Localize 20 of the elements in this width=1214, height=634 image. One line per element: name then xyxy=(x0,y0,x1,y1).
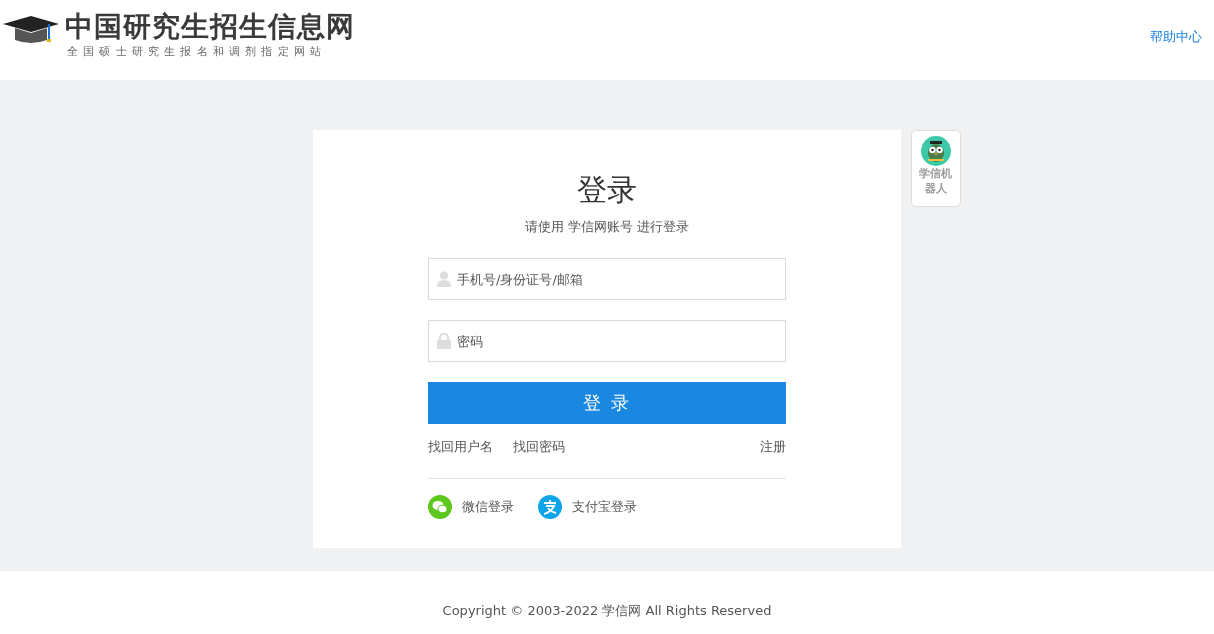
graduation-cap-icon xyxy=(3,14,59,44)
password-field[interactable]: 密码 xyxy=(428,320,786,362)
chat-bubbles-icon[interactable] xyxy=(428,495,452,519)
register-link[interactable]: 注册 xyxy=(760,438,786,456)
social-login-label[interactable]: 微信登录 xyxy=(462,498,514,516)
recovery-link[interactable]: 找回用户名 xyxy=(428,438,493,456)
social-login-label[interactable]: 支付宝登录 xyxy=(572,498,637,516)
account-field[interactable]: 手机号/身份证号/邮箱 xyxy=(428,258,786,300)
person-icon xyxy=(437,271,451,287)
login-title: 登录 xyxy=(576,171,638,209)
login-button[interactable]: 登 录 xyxy=(428,382,786,424)
site-title: 中国研究生招生信息网 xyxy=(65,10,355,44)
site-subtitle: 全国硕士研究生报名和调剂指定网站 xyxy=(66,44,328,60)
lock-icon xyxy=(437,333,451,349)
help-center-link[interactable]: 帮助中心 xyxy=(1150,28,1202,46)
login-subtitle: 请使用 学信网账号 进行登录 xyxy=(523,218,691,236)
recovery-link[interactable]: 找回密码 xyxy=(513,438,565,456)
alipay-icon[interactable] xyxy=(538,495,562,519)
copyright-text: Copyright © 2003-2022 学信网 All Rights Reserved xyxy=(442,601,772,620)
owl-mascot-icon xyxy=(921,136,951,166)
